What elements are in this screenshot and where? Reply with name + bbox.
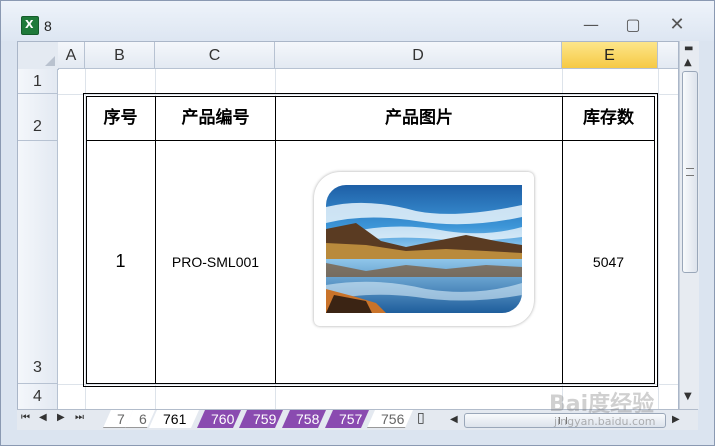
select-all-corner[interactable]	[18, 42, 59, 70]
title-bar: 8 — ▢ ✕	[1, 1, 714, 41]
scroll-left-icon[interactable]: ◀	[450, 414, 458, 425]
product-image-frame[interactable]	[314, 172, 534, 326]
header-cell-product-code[interactable]: 产品编号	[156, 96, 275, 140]
product-image[interactable]	[326, 185, 522, 313]
excel-icon	[21, 16, 39, 35]
header-cell-stock[interactable]: 库存数	[563, 96, 654, 140]
cell-index[interactable]: 1	[86, 141, 155, 382]
row-header-2[interactable]: 2	[18, 94, 58, 141]
row-header-4[interactable]: 4	[18, 384, 58, 410]
scroll-down-icon[interactable]: ▼	[684, 391, 692, 402]
watermark-logo: Bai度经验	[549, 392, 655, 417]
maximize-button[interactable]: ▢	[621, 15, 645, 35]
row-header-1[interactable]: 1	[18, 69, 58, 94]
gridline	[658, 69, 659, 410]
column-header-b[interactable]: B	[85, 42, 155, 69]
watermark-url: jingyan.baidu.com	[554, 415, 656, 428]
header-cell-product-image[interactable]: 产品图片	[276, 96, 562, 140]
tab-split-icon[interactable]: ▯	[417, 410, 425, 426]
column-header-e[interactable]: E	[562, 42, 658, 69]
vertical-scroll-thumb[interactable]	[682, 71, 698, 273]
column-header-a[interactable]: A	[58, 42, 85, 69]
sheet-tab[interactable]: 759	[239, 410, 283, 428]
excel-window: 8 — ▢ ✕ A B C D E 1 2 3 4 序号 产品编号 产品图片 库…	[0, 0, 715, 446]
sheet-tab[interactable]: 756	[367, 410, 413, 428]
sheet-tab[interactable]: 758	[282, 410, 326, 428]
first-sheet-icon[interactable]: ⏮	[21, 412, 30, 423]
sheet-tab-active[interactable]: 761	[149, 410, 199, 428]
sheet-tab[interactable]: 757	[325, 410, 369, 428]
scroll-right-icon[interactable]: ▶	[672, 414, 680, 425]
column-header-d[interactable]: D	[275, 42, 562, 69]
vertical-scrollbar[interactable]: ▬ ▲ ▼	[679, 41, 699, 409]
close-button[interactable]: ✕	[665, 15, 689, 35]
worksheet-grid[interactable]: A B C D E 1 2 3 4 序号 产品编号 产品图片 库存数 1 PRO…	[17, 41, 679, 411]
column-header-c[interactable]: C	[155, 42, 275, 69]
scroll-up-icon[interactable]: ▲	[684, 57, 692, 68]
last-sheet-icon[interactable]: ⏭	[75, 412, 84, 423]
header-cell-index[interactable]: 序号	[86, 96, 155, 140]
split-handle-icon[interactable]: ▬	[684, 43, 693, 54]
cell-product-code[interactable]: PRO-SML001	[156, 141, 275, 382]
cell-stock[interactable]: 5047	[563, 141, 654, 382]
prev-sheet-icon[interactable]: ◀	[39, 412, 47, 423]
workbook-title: 8	[44, 18, 52, 34]
next-sheet-icon[interactable]: ▶	[57, 412, 65, 423]
sheet-tab[interactable]: 760	[197, 410, 241, 428]
minimize-button[interactable]: —	[579, 15, 603, 35]
column-header-f[interactable]	[658, 42, 678, 69]
row-header-3[interactable]: 3	[18, 141, 58, 384]
